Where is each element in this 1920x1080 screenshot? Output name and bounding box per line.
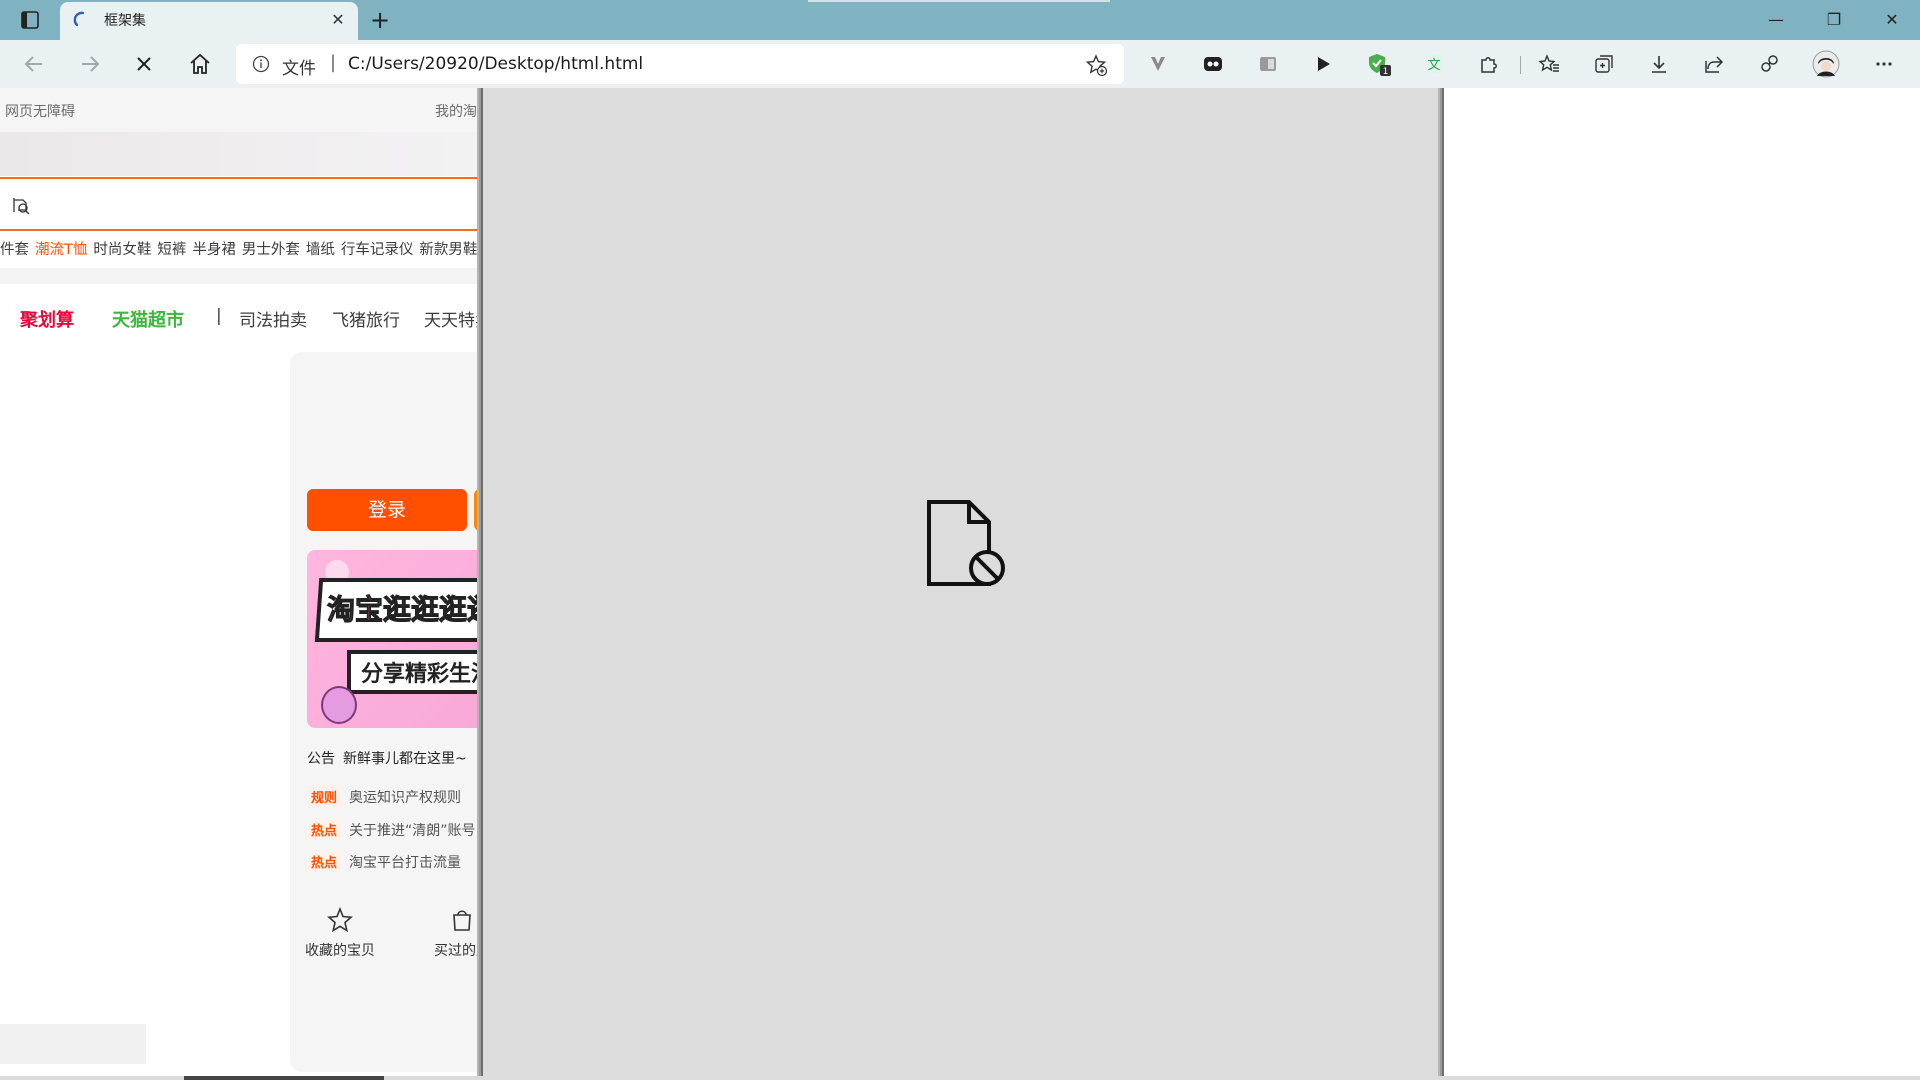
channel-judicial-auction[interactable]: 司法拍卖	[239, 306, 307, 331]
url-text[interactable]: C:/Users/20920/Desktop/html.html	[348, 54, 643, 74]
quick-link-label: 买过的店	[434, 943, 477, 959]
promo-subline: 分享精彩生活	[361, 662, 477, 687]
news-badge: 热点	[307, 851, 342, 872]
news-item[interactable]: 规则 奥运知识产权规则	[307, 786, 461, 807]
mascot-icon	[321, 686, 357, 724]
hotword-item[interactable]: 男士外套	[242, 242, 300, 258]
news-badge: 热点	[307, 819, 342, 840]
extension-translate-icon[interactable]: 文	[1420, 50, 1448, 78]
section-divider	[0, 268, 477, 284]
site-topnav: 网页无障碍 我的淘宝	[0, 88, 477, 132]
hotword-item[interactable]: 新款男鞋	[419, 242, 477, 258]
right-frame[interactable]	[1444, 88, 1920, 1080]
add-favorite-icon[interactable]	[1084, 53, 1108, 77]
blocked-file-icon	[927, 500, 1005, 586]
hotword-item[interactable]: 时尚女鞋	[93, 242, 151, 258]
news-text: 关于推进“清朗”账号	[349, 823, 476, 839]
news-item[interactable]: 热点 淘宝平台打击流量	[307, 851, 461, 872]
arrow-right-icon	[82, 56, 100, 72]
bag-icon	[453, 910, 471, 931]
hotword-item[interactable]: 短裤	[157, 242, 186, 258]
channel-tmall-supermarket[interactable]: 天猫超市	[112, 306, 184, 332]
favorites-icon[interactable]	[1535, 50, 1563, 78]
middle-frame-blocked	[483, 88, 1438, 1080]
home-button[interactable]	[182, 46, 218, 82]
scheme-separator: |	[330, 52, 337, 73]
toolbar-separator	[1520, 56, 1521, 74]
title-bar-highlight	[808, 0, 1110, 2]
browser-toolbar: 文件 | C:/Users/20920/Desktop/html.html 1 …	[0, 40, 1920, 88]
extension-play-icon[interactable]	[1309, 50, 1337, 78]
accessibility-link[interactable]: 网页无障碍	[5, 101, 75, 121]
notice-tag: 公告	[307, 751, 335, 767]
title-bar: 框架集 ✕ + — ❐ ✕	[0, 0, 1920, 40]
news-text: 奥运知识产权规则	[349, 790, 462, 806]
profile-avatar-icon[interactable]	[1812, 50, 1840, 78]
channel-juhuasuan[interactable]: 聚划算	[20, 306, 74, 332]
notice-line[interactable]: 公告 新鲜事儿都在这里~	[307, 748, 467, 768]
loading-favicon-icon	[73, 11, 85, 27]
footer-placeholder	[0, 1024, 146, 1064]
more-menu-icon[interactable]	[1870, 50, 1898, 78]
news-item[interactable]: 热点 关于推进“清朗”账号	[307, 819, 476, 840]
hotword-item[interactable]: 行车记录仪	[341, 242, 414, 258]
channel-fliggy[interactable]: 飞猪旅行	[332, 306, 400, 331]
browser-tab-active[interactable]: 框架集 ✕	[60, 2, 358, 40]
restore-button[interactable]: ❐	[1806, 0, 1862, 40]
stop-loading-button[interactable]	[126, 46, 162, 82]
channel-separator: |	[216, 306, 222, 326]
extension-reader-icon[interactable]	[1254, 50, 1282, 78]
minimize-button[interactable]: —	[1748, 0, 1804, 40]
promo-banner[interactable]: 淘宝逛逛逛逛 分享精彩生活	[307, 550, 477, 728]
quick-link-label: 收藏的宝贝	[305, 943, 375, 959]
promo-headline: 淘宝逛逛逛逛	[326, 593, 477, 627]
channel-tiantian[interactable]: 天天特卖	[424, 306, 477, 331]
extension-badge-count: 1	[1383, 67, 1389, 77]
arrow-left-icon	[24, 56, 42, 72]
hotword-item[interactable]: 半身裙	[192, 242, 236, 258]
close-window-button[interactable]: ✕	[1864, 0, 1920, 40]
back-button[interactable]	[16, 46, 52, 82]
extension-v-icon[interactable]	[1144, 50, 1172, 78]
tab-title: 框架集	[104, 13, 146, 29]
collections-icon[interactable]	[1590, 50, 1618, 78]
hot-search-words: 件套 潮流T恤 时尚女鞋 短裤 半身裙 男士外套 墙纸 行车记录仪 新款男鞋	[0, 238, 477, 259]
star-icon	[327, 906, 353, 933]
share-icon[interactable]	[1700, 50, 1728, 78]
extensions-puzzle-icon[interactable]	[1475, 50, 1503, 78]
performance-icon[interactable]	[1755, 50, 1783, 78]
quick-link-favorites[interactable]: 收藏的宝贝	[305, 906, 375, 960]
address-bar[interactable]: 文件 | C:/Users/20920/Desktop/html.html	[236, 44, 1124, 84]
tab-close-icon[interactable]: ✕	[326, 8, 350, 32]
forward-button[interactable]	[72, 46, 108, 82]
scheme-label: 文件	[282, 59, 316, 79]
stop-x-icon	[137, 57, 151, 71]
tab-actions-button[interactable]	[16, 8, 44, 32]
hotword-item[interactable]: 墙纸	[306, 242, 335, 258]
extension-shield-icon[interactable]: 1	[1365, 50, 1393, 78]
extension-mask-icon[interactable]	[1199, 50, 1227, 78]
downloads-icon[interactable]	[1645, 50, 1673, 78]
left-frame[interactable]: 网页无障碍 我的淘宝 件套潮流T恤时尚女鞋短裤半身裙男士外套墙纸行车记录仪新款男…	[0, 88, 477, 1080]
new-tab-button[interactable]: +	[366, 6, 394, 34]
home-icon	[190, 53, 210, 74]
notice-text: 新鲜事儿都在这里~	[343, 751, 467, 767]
page-viewport: 网页无障碍 我的淘宝 件套潮流T恤时尚女鞋短裤半身裙男士外套墙纸行车记录仪新款男…	[0, 88, 1920, 1080]
hotword-item-highlight[interactable]: 潮流T恤	[35, 242, 87, 258]
header-banner	[0, 132, 477, 176]
quick-link-bought-shops[interactable]: 买过的店	[434, 906, 477, 960]
info-icon[interactable]	[252, 55, 270, 73]
news-text: 淘宝平台打击流量	[349, 855, 462, 871]
search-input[interactable]	[0, 177, 477, 231]
image-search-icon[interactable]	[11, 195, 31, 215]
loading-progress-segment	[184, 1076, 384, 1080]
my-taobao-link[interactable]: 我的淘宝	[435, 101, 477, 121]
login-button[interactable]: 登录	[307, 489, 467, 531]
tab-actions-icon	[21, 11, 39, 29]
hotword-item[interactable]: 件套	[0, 242, 29, 258]
loading-progress-track	[0, 1076, 1920, 1080]
news-badge: 规则	[307, 786, 342, 807]
svg-text:文: 文	[1427, 58, 1440, 73]
